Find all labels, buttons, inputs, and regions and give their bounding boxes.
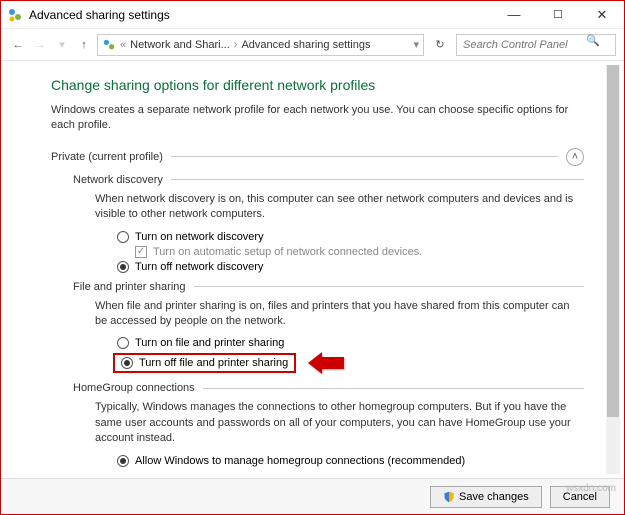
subsection-homegroup: HomeGroup connections: [73, 382, 584, 394]
highlighted-option[interactable]: Turn off file and printer sharing: [113, 353, 296, 373]
breadcrumb-item-advanced[interactable]: Advanced sharing settings: [241, 39, 370, 51]
network-discovery-desc: When network discovery is on, this compu…: [73, 192, 584, 223]
callout-arrow-icon: [308, 352, 344, 374]
radio-icon: [117, 231, 129, 243]
minimize-button[interactable]: —: [492, 1, 536, 29]
breadcrumb-dropdown-icon[interactable]: ▾: [413, 38, 419, 51]
checkbox-icon: [135, 246, 147, 258]
section-private-label: Private (current profile): [51, 151, 163, 163]
page-intro: Windows creates a separate network profi…: [51, 103, 584, 134]
content-area: Change sharing options for different net…: [1, 61, 624, 478]
close-button[interactable]: ✕: [580, 1, 624, 29]
back-icon[interactable]: ←: [9, 36, 27, 54]
radio-icon: [121, 357, 133, 369]
save-changes-button[interactable]: Save changes: [430, 486, 542, 508]
fps-desc: When file and printer sharing is on, fil…: [73, 299, 584, 330]
watermark: wsxdn.com: [566, 483, 616, 494]
radio-hg-allow[interactable]: Allow Windows to manage homegroup connec…: [73, 455, 584, 467]
footer-bar: Save changes Cancel: [1, 478, 624, 514]
radio-icon: [117, 337, 129, 349]
scrollbar-thumb[interactable]: [607, 65, 619, 417]
checkbox-auto-setup: Turn on automatic setup of network conne…: [73, 246, 584, 258]
page-heading: Change sharing options for different net…: [51, 77, 584, 93]
recent-dropdown-icon[interactable]: ▾: [53, 36, 71, 54]
radio-fps-on[interactable]: Turn on file and printer sharing: [73, 337, 584, 349]
window-title: Advanced sharing settings: [29, 8, 492, 22]
breadcrumb-prefix: «: [120, 39, 126, 51]
radio-fps-off-row[interactable]: Turn off file and printer sharing: [73, 352, 584, 374]
nav-bar: ← → ▾ ↑ « Network and Shari... › Advance…: [1, 29, 624, 61]
collapse-icon[interactable]: ˄: [566, 148, 584, 166]
vertical-scrollbar[interactable]: [606, 65, 620, 474]
titlebar: Advanced sharing settings — ☐ ✕: [1, 1, 624, 29]
subsection-network-discovery: Network discovery: [73, 174, 584, 186]
refresh-icon[interactable]: ↻: [428, 38, 452, 51]
radio-netdisc-on[interactable]: Turn on network discovery: [73, 231, 584, 243]
radio-icon: [117, 261, 129, 273]
section-private[interactable]: Private (current profile) ˄: [51, 148, 584, 166]
maximize-button[interactable]: ☐: [536, 1, 580, 29]
subsection-file-printer-sharing: File and printer sharing: [73, 281, 584, 293]
search-icon: 🔍: [586, 34, 600, 47]
radio-icon: [117, 455, 129, 467]
network-settings-icon: [7, 7, 23, 23]
chevron-right-icon: ›: [234, 39, 238, 51]
radio-netdisc-off[interactable]: Turn off network discovery: [73, 261, 584, 273]
breadcrumb[interactable]: « Network and Shari... › Advanced sharin…: [97, 34, 424, 56]
forward-icon: →: [31, 36, 49, 54]
network-icon: [102, 38, 116, 52]
shield-icon: [443, 491, 455, 503]
breadcrumb-item-network[interactable]: Network and Shari...: [130, 39, 230, 51]
homegroup-desc: Typically, Windows manages the connectio…: [73, 400, 584, 446]
up-icon[interactable]: ↑: [75, 36, 93, 54]
